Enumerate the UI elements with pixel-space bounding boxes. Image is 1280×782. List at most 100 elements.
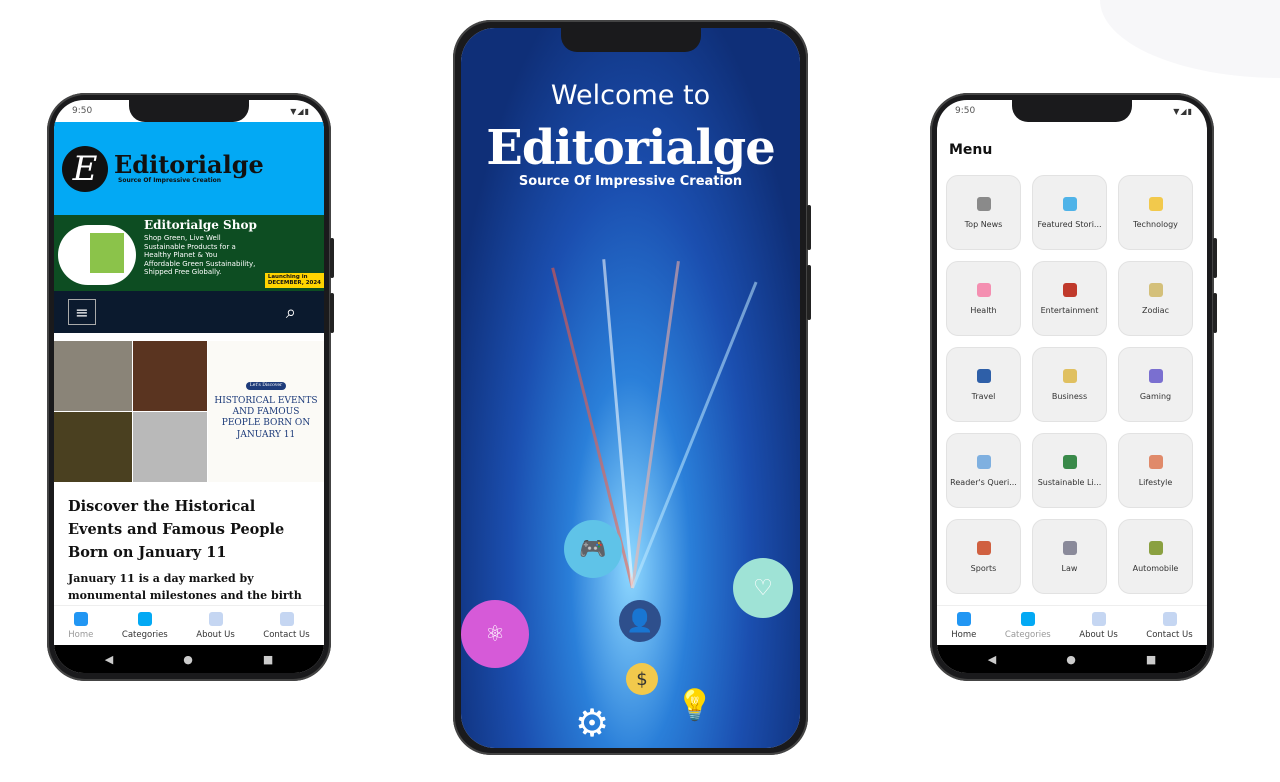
search-icon[interactable]: ⌕ — [286, 302, 296, 323]
categories-icon — [1020, 611, 1035, 626]
category-label: Entertainment — [1040, 305, 1099, 315]
category-card[interactable]: Travel — [946, 347, 1021, 422]
category-icon — [976, 540, 991, 555]
logo-icon: E — [62, 145, 108, 192]
category-icon — [1148, 540, 1163, 555]
category-label: Zodiac — [1142, 305, 1169, 315]
heartbeat-icon: ♡ — [733, 558, 793, 618]
about-icon — [1091, 611, 1106, 626]
back-icon[interactable]: ◀ — [988, 653, 996, 666]
category-card[interactable]: Health — [946, 261, 1021, 336]
home-circle-icon[interactable]: ● — [1066, 653, 1076, 666]
category-icon — [1062, 454, 1077, 469]
phone-welcome: Welcome to Editorialge Source Of Impress… — [453, 20, 811, 755]
category-icon — [976, 196, 991, 211]
gear-icon: ⚙ — [574, 701, 610, 745]
launch-label: Launching in — [267, 273, 308, 280]
hero-pill: Let's Discover — [245, 382, 287, 390]
nav-label: About Us — [196, 629, 235, 640]
nav-categories[interactable]: Categories — [1005, 611, 1051, 640]
category-card[interactable]: Reader's Queri... — [946, 433, 1021, 508]
category-label: Lifestyle — [1138, 477, 1173, 487]
article-image[interactable]: Let's Discover HISTORICAL EVENTS AND FAMO… — [54, 341, 324, 482]
status-time: 9:50 — [72, 106, 93, 116]
wifi-signal-battery-icon: ▼◢▮ — [290, 106, 310, 116]
category-label: Sports — [970, 563, 997, 573]
category-label: Gaming — [1139, 391, 1172, 401]
home-icon — [956, 611, 971, 626]
category-card[interactable]: Lifestyle — [1118, 433, 1193, 508]
category-card[interactable]: Automobile — [1118, 519, 1193, 594]
lightbulb-icon: 💡 — [676, 687, 714, 723]
hamburger-menu-icon[interactable]: ≡ — [68, 299, 96, 325]
category-card[interactable]: Law — [1032, 519, 1107, 594]
launch-badge: Launching in DECEMBER, 2024 — [264, 272, 324, 288]
android-nav: ◀ ● ■ — [54, 645, 324, 673]
category-icon — [1062, 282, 1077, 297]
category-card[interactable]: Zodiac — [1118, 261, 1193, 336]
category-label: Technology — [1133, 219, 1178, 229]
category-icon — [1062, 368, 1077, 383]
brand-name: Editorialge — [114, 150, 264, 179]
phone-menu: 9:50 ▼◢▮ Menu Top News Featured Stori... Te… — [930, 93, 1217, 681]
article-title[interactable]: Discover the Historical Events and Famou… — [68, 495, 314, 564]
site-header: E Editorialge Source Of Impressive Creati… — [54, 122, 324, 215]
home-icon — [73, 611, 88, 626]
category-card[interactable]: Gaming — [1118, 347, 1193, 422]
welcome-brand: Editorialge — [486, 120, 776, 176]
top-navbar: ≡ ⌕ — [54, 291, 324, 333]
nav-label: Home — [68, 629, 94, 640]
recents-icon[interactable]: ■ — [1146, 653, 1156, 666]
wifi-signal-battery-icon: ▼◢▮ — [1173, 106, 1193, 116]
banner-line: Affordable Green Sustainability, Shipped… — [144, 259, 256, 276]
category-card[interactable]: Business — [1032, 347, 1107, 422]
category-label: Law — [1061, 563, 1078, 573]
category-icon — [1148, 282, 1163, 297]
category-icon — [1148, 454, 1163, 469]
nav-home[interactable]: Home — [951, 611, 976, 640]
category-icon — [1062, 540, 1077, 555]
back-icon[interactable]: ◀ — [105, 653, 113, 666]
category-card[interactable]: Featured Stori... — [1032, 175, 1107, 250]
banner-title: Editorialge Shop — [144, 218, 257, 232]
category-label: Health — [970, 305, 997, 315]
category-grid: Top News Featured Stori... Technology Healt… — [946, 175, 1193, 594]
gamepad-icon: 🎮 — [564, 520, 622, 578]
nav-label: Contact Us — [263, 629, 310, 640]
nav-categories[interactable]: Categories — [122, 611, 168, 640]
hero-text: HISTORICAL EVENTS AND FAMOUS PEOPLE BORN… — [214, 395, 318, 440]
nav-about[interactable]: About Us — [1079, 611, 1118, 640]
category-icon — [1148, 368, 1163, 383]
category-label: Business — [1051, 391, 1088, 401]
phone-home: 9:50 ▼◢▮ E Editorialge Source Of Impressiv… — [47, 93, 334, 681]
category-label: Featured Stori... — [1037, 219, 1102, 229]
category-icon — [1062, 196, 1077, 211]
atom-icon: ⚛ — [461, 600, 529, 668]
category-card[interactable]: Technology — [1118, 175, 1193, 250]
launch-date: DECEMBER, 2024 — [267, 280, 321, 287]
bottom-nav: Home Categories About Us Contact Us — [54, 605, 324, 645]
home-circle-icon[interactable]: ● — [183, 653, 193, 666]
android-nav: ◀ ● ■ — [937, 645, 1207, 673]
welcome-tagline: Source Of Impressive Creation — [518, 174, 743, 189]
dollar-icon: $ — [626, 663, 658, 695]
category-card[interactable]: Sports — [946, 519, 1021, 594]
bottom-nav: Home Categories About Us Contact Us — [937, 605, 1207, 645]
category-label: Top News — [964, 219, 1003, 229]
contact-icon — [279, 611, 294, 626]
category-card[interactable]: Entertainment — [1032, 261, 1107, 336]
shop-banner[interactable]: Editorialge Shop Shop Green, Live Well S… — [54, 215, 324, 291]
nav-home[interactable]: Home — [68, 611, 94, 640]
nav-contact[interactable]: Contact Us — [263, 611, 310, 640]
welcome-text: Welcome to — [550, 80, 711, 111]
banner-line: Shop Green, Live Well — [144, 234, 221, 243]
nav-about[interactable]: About Us — [196, 611, 235, 640]
user-icon: 👤 — [619, 600, 661, 642]
nav-label: Contact Us — [1146, 629, 1193, 640]
category-card[interactable]: Top News — [946, 175, 1021, 250]
nav-contact[interactable]: Contact Us — [1146, 611, 1193, 640]
category-card[interactable]: Sustainable Li... — [1032, 433, 1107, 508]
category-icon — [976, 368, 991, 383]
category-label: Automobile — [1132, 563, 1179, 573]
recents-icon[interactable]: ■ — [263, 653, 273, 666]
